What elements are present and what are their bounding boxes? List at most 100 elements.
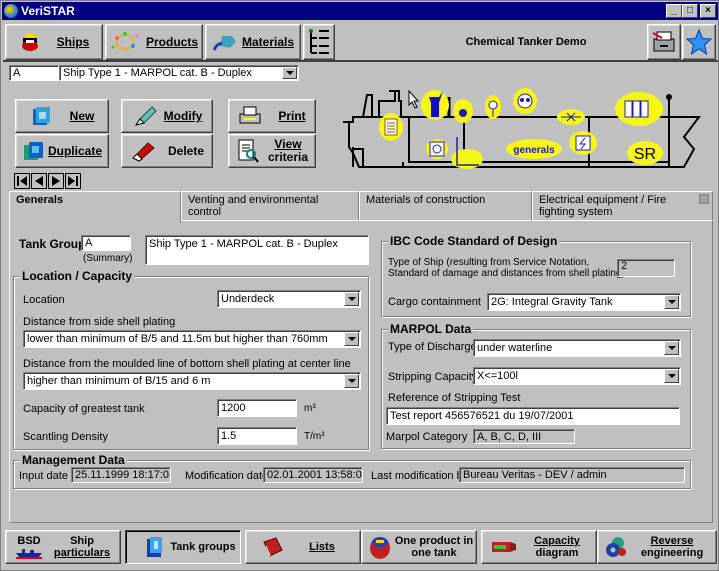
materials-icon	[212, 36, 236, 51]
capacity-field[interactable]: 1200	[217, 399, 297, 417]
print-report-button[interactable]	[647, 24, 681, 60]
close-button[interactable]: ×	[700, 4, 716, 18]
cargo-containment-combo[interactable]: 2G: Integral Gravity Tank	[487, 293, 681, 311]
stripping-label: Stripping Capacity	[388, 371, 478, 383]
delete-button[interactable]: Delete	[121, 134, 213, 168]
ship-type-label: Type of Ship (resulting from Service Not…	[388, 257, 625, 279]
chevron-down-icon[interactable]	[344, 332, 359, 346]
duplicate-icon	[23, 142, 43, 160]
criteria-label: criteria	[267, 150, 309, 164]
chevron-down-icon[interactable]	[282, 67, 297, 79]
view-criteria-icon	[238, 139, 259, 163]
bottom-nav: BSD Ship particulars Tank groups Lists On…	[5, 530, 717, 566]
app-globe-icon	[4, 4, 18, 18]
tree-view-button[interactable]	[303, 24, 335, 60]
side-shell-label: Distance from side shell plating	[23, 316, 176, 328]
bottom-shell-label: Distance from the moulded line of bottom…	[23, 358, 351, 370]
reference-field[interactable]: Test report 456576521 du 19/07/2001	[386, 407, 680, 425]
materials-button[interactable]: Materials	[205, 24, 301, 60]
reverse-label-2: engineering	[640, 547, 704, 559]
tab-electrical[interactable]: Electrical equipment / Fire fighting sys…	[532, 191, 713, 221]
side-shell-combo[interactable]: lower than minimum of B/5 and 11.5m but …	[23, 330, 361, 348]
chevron-down-icon[interactable]	[344, 374, 359, 388]
discharge-combo[interactable]: under waterline	[473, 339, 681, 357]
last-record-button[interactable]	[65, 173, 81, 189]
first-icon	[17, 176, 27, 186]
tank-groups-button[interactable]: Tank groups	[125, 530, 241, 564]
density-label: Scantling Density	[23, 431, 108, 443]
summary-label: (Summary)	[83, 253, 133, 264]
previous-record-button[interactable]	[31, 173, 47, 189]
new-button[interactable]: New	[15, 99, 109, 133]
tank-group-code-field[interactable]: A	[81, 235, 131, 251]
capacity-unit: m³	[304, 403, 316, 414]
first-record-button[interactable]	[14, 173, 30, 189]
capacity-diagram-button[interactable]: Capacity diagram	[481, 530, 597, 564]
demo-title: Chemical Tanker Demo	[465, 36, 587, 48]
minimize-button[interactable]: _	[666, 4, 682, 18]
print-button[interactable]: Print	[228, 99, 316, 133]
duplicate-label: Duplicate	[47, 144, 102, 158]
record-selector-combo[interactable]: Ship Type 1 - MARPOL cat. B - Duplex	[59, 65, 299, 81]
modify-button[interactable]: Modify	[121, 99, 213, 133]
discharge-label: Type of Discharge	[388, 341, 477, 353]
last-modification-field: Bureau Veritas - DEV / admin	[459, 467, 685, 483]
location-capacity-title: Location / Capacity	[20, 269, 135, 283]
reverse-label-1: Reverse	[650, 535, 694, 547]
ibc-title: IBC Code Standard of Design	[388, 234, 560, 248]
location-combo[interactable]: Underdeck	[217, 290, 361, 308]
summary-field[interactable]: Ship Type 1 - MARPOL cat. B - Duplex	[145, 235, 369, 265]
tab-materials[interactable]: Materials of construction	[359, 191, 532, 221]
ships-button[interactable]: Ships	[5, 24, 103, 60]
mouse-cursor-icon	[408, 89, 420, 109]
tab-venting[interactable]: Venting and environmental control	[181, 191, 359, 221]
maximize-button[interactable]: □	[682, 4, 698, 18]
window-title: VeriSTAR	[21, 4, 75, 18]
marpol-category-label: Marpol Category	[386, 431, 468, 443]
tab-scroll-icon[interactable]	[699, 194, 709, 204]
tab-generals[interactable]: Generals	[9, 191, 181, 223]
duplicate-button[interactable]: Duplicate	[15, 134, 109, 168]
chevron-down-icon[interactable]	[664, 369, 679, 383]
record-code-field[interactable]: A	[9, 65, 59, 81]
coordinates-hotspot[interactable]	[451, 149, 483, 169]
ship-particulars-label-1: Ship	[70, 535, 94, 547]
chevron-down-icon[interactable]	[664, 341, 679, 355]
tree-icon	[309, 29, 329, 54]
ship-particulars-button[interactable]: BSD Ship particulars	[5, 530, 121, 564]
reverse-engineering-button[interactable]: Reverse engineering	[597, 530, 717, 564]
modification-date-field: 02.01.2001 13:58:01	[263, 467, 363, 483]
density-field[interactable]: 1.5	[217, 427, 297, 445]
cargo-containment-label: Cargo containment	[388, 296, 481, 308]
tank-group-label: Tank Group	[19, 237, 86, 251]
star-icon	[685, 28, 713, 56]
bottom-shell-value: higher than minimum of B/15 and 6 m	[27, 375, 211, 387]
side-shell-value: lower than minimum of B/5 and 11.5m but …	[27, 333, 328, 345]
printer-icon	[239, 106, 261, 124]
tank-groups-label: Tank groups	[170, 541, 236, 553]
location-label: Location	[23, 294, 65, 306]
lists-button[interactable]: Lists	[245, 530, 361, 564]
bottom-shell-combo[interactable]: higher than minimum of B/15 and 6 m	[23, 372, 361, 390]
ship-type-label-line2: Standard of damage and distances from sh…	[388, 268, 625, 279]
chevron-down-icon[interactable]	[664, 295, 679, 309]
chevron-down-icon[interactable]	[344, 292, 359, 306]
favorites-button[interactable]	[682, 24, 716, 60]
last-modification-label: Last modification by	[371, 470, 469, 482]
next-record-button[interactable]	[48, 173, 64, 189]
last-icon	[68, 176, 78, 186]
stripping-combo[interactable]: X<=100l	[473, 367, 681, 385]
ship-icon	[21, 34, 38, 51]
discharge-value: under waterline	[477, 342, 553, 354]
ship-type-field: 2	[617, 259, 675, 277]
printer-report-icon	[652, 31, 675, 52]
one-product-label-2: one tank	[411, 547, 457, 559]
materials-label: Materials	[241, 35, 295, 49]
ship-diagram[interactable]: generals SR	[339, 87, 709, 179]
new-label: New	[69, 109, 95, 123]
view-criteria-button[interactable]: View criteria	[228, 134, 316, 168]
one-product-button[interactable]: One product in one tank	[361, 530, 477, 564]
products-button[interactable]: Products	[105, 24, 203, 60]
marpol-title: MARPOL Data	[388, 322, 474, 336]
pen-icon	[134, 106, 157, 126]
